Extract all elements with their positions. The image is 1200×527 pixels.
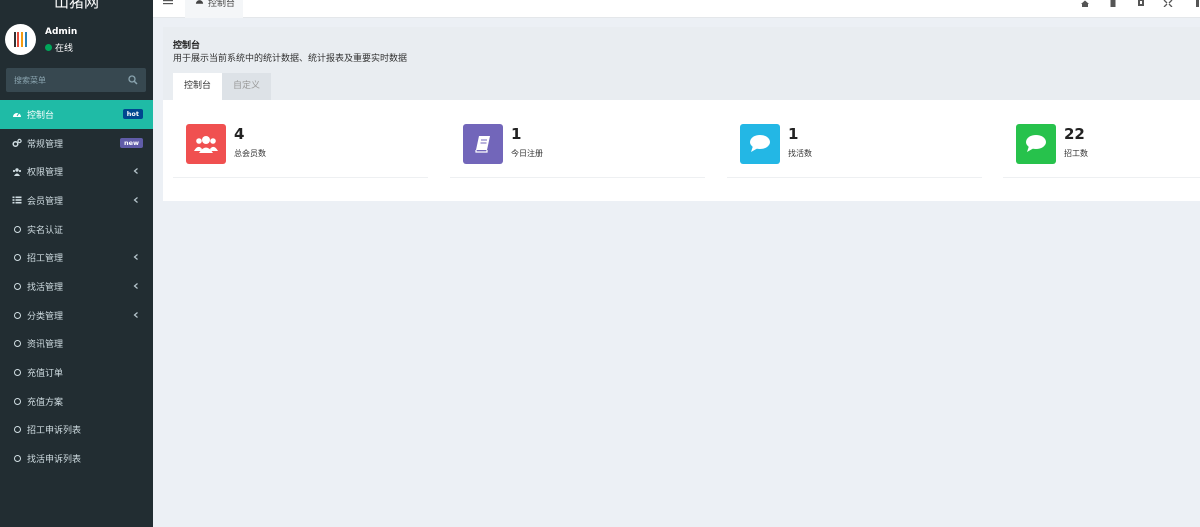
page-title: 控制台 <box>173 41 201 51</box>
circle-icon <box>12 224 22 234</box>
user-panel: Admin 在线 <box>0 12 153 64</box>
stat-label: 总会员数 <box>234 149 266 158</box>
stat-value: 1 <box>511 125 522 143</box>
sidebar-item-label: 控制台 <box>27 110 55 121</box>
sidebar-item-recharge-orders[interactable]: 充值订单 <box>0 358 153 387</box>
sidebar-item-label: 权限管理 <box>27 168 64 179</box>
sidebar-item-job-seeking[interactable]: 找活管理 <box>0 272 153 301</box>
stat-card-total-members: 4 总会员数 <box>173 111 428 178</box>
sidebar-item-categories[interactable]: 分类管理 <box>0 301 153 330</box>
user-status-text: 在线 <box>55 44 74 54</box>
sidebar-item-news[interactable]: 资讯管理 <box>0 330 153 359</box>
page-subtitle: 用于展示当前系统中的统计数据、统计报表及重要实时数据 <box>173 54 408 64</box>
sidebar-item-label: 找活管理 <box>27 282 64 293</box>
hot-badge: hot <box>122 109 143 119</box>
comment-icon <box>1016 124 1056 164</box>
sidebar-item-permissions[interactable]: 权限管理 <box>0 157 153 186</box>
tab-dashboard[interactable]: 控制台 <box>185 0 243 18</box>
fullscreen-icon[interactable] <box>1163 0 1173 7</box>
search-icon[interactable] <box>128 75 138 85</box>
chevron-left-icon <box>133 254 138 261</box>
app-logo[interactable]: 山猪网 <box>0 0 153 12</box>
sidebar-item-label: 分类管理 <box>27 311 64 322</box>
circle-icon <box>12 425 22 435</box>
tab-dashboard-view[interactable]: 控制台 <box>173 73 223 100</box>
cogs-icon <box>12 138 22 148</box>
stat-value: 22 <box>1064 125 1085 143</box>
users-icon <box>186 124 226 164</box>
dashboard-icon <box>195 0 204 4</box>
search-input[interactable] <box>6 68 124 92</box>
stat-value: 1 <box>788 125 799 143</box>
stat-card-job-seeking-count: 1 找活数 <box>727 111 982 178</box>
chevron-left-icon <box>133 168 138 175</box>
stat-value: 4 <box>234 125 245 143</box>
chevron-left-icon <box>133 283 138 290</box>
sidebar-item-dashboard[interactable]: 控制台 hot <box>0 100 153 129</box>
sidebar-item-recruitment[interactable]: 招工管理 <box>0 243 153 272</box>
user-name: Admin <box>45 27 78 37</box>
new-badge: new <box>119 137 143 148</box>
circle-icon <box>12 454 22 464</box>
stat-card-recruitment-count: 22 招工数 <box>1003 111 1200 178</box>
sidebar-item-label: 会员管理 <box>27 196 64 207</box>
tab-label: 控制台 <box>208 0 236 9</box>
circle-icon <box>12 396 22 406</box>
trash-icon[interactable] <box>1108 0 1118 7</box>
sidebar-item-label: 找活申诉列表 <box>27 455 82 466</box>
language-icon[interactable] <box>1136 0 1146 7</box>
user-status: 在线 <box>45 41 73 54</box>
sidebar-item-label: 充值订单 <box>27 369 64 380</box>
sidebar-item-label: 资讯管理 <box>27 340 64 351</box>
sidebar-item-label: 实名认证 <box>27 225 64 236</box>
stat-label: 今日注册 <box>511 149 543 158</box>
stat-label: 找活数 <box>788 149 812 158</box>
circle-icon <box>12 253 22 263</box>
more-icon[interactable] <box>1196 0 1199 7</box>
sidebar-item-members[interactable]: 会员管理 <box>0 186 153 215</box>
sidebar-item-verification[interactable]: 实名认证 <box>0 215 153 244</box>
stat-label: 招工数 <box>1064 149 1088 158</box>
avatar[interactable] <box>5 24 36 55</box>
tab-custom[interactable]: 自定义 <box>222 73 272 100</box>
sidebar-item-label: 常规管理 <box>27 139 64 150</box>
menu-toggle-icon[interactable] <box>163 0 173 6</box>
sidebar-menu: 控制台 hot 常规管理 new 权限管理 会员管理 实名认证 招工管理 找活管… <box>0 100 153 473</box>
circle-icon <box>12 310 22 320</box>
group-icon <box>12 168 22 176</box>
stat-card-today-registrations: 1 今日注册 <box>450 111 705 178</box>
online-dot-icon <box>45 44 52 51</box>
sidebar-item-label: 充值方案 <box>27 397 64 408</box>
sidebar-search <box>6 68 146 92</box>
dashboard-panel: 控制台 用于展示当前系统中的统计数据、统计报表及重要实时数据 控制台 自定义 4… <box>163 27 1200 201</box>
book-icon <box>463 124 503 164</box>
sidebar-item-recruitment-appeals[interactable]: 招工申诉列表 <box>0 416 153 445</box>
chevron-left-icon <box>133 311 138 318</box>
sidebar-item-label: 招工申诉列表 <box>27 426 82 437</box>
sidebar-item-job-appeals[interactable]: 找活申诉列表 <box>0 444 153 473</box>
circle-icon <box>12 281 22 291</box>
panel-heading: 控制台 用于展示当前系统中的统计数据、统计报表及重要实时数据 控制台 自定义 <box>163 27 1200 100</box>
list-icon <box>12 196 22 204</box>
home-icon[interactable] <box>1080 0 1090 7</box>
circle-icon <box>12 368 22 378</box>
sidebar: 山猪网 Admin 在线 控制台 hot 常规管理 new <box>0 0 153 527</box>
circle-icon <box>12 339 22 349</box>
chevron-left-icon <box>133 197 138 204</box>
top-header: 控制台 <box>153 0 1200 18</box>
sidebar-item-label: 招工管理 <box>27 254 64 265</box>
sidebar-item-general[interactable]: 常规管理 new <box>0 129 153 158</box>
panel-tabs: 控制台 自定义 <box>173 73 272 100</box>
dashboard-icon <box>13 113 21 118</box>
logo-bar: 山猪网 <box>0 0 153 12</box>
comment-icon <box>740 124 780 164</box>
sidebar-item-recharge-plans[interactable]: 充值方案 <box>0 387 153 416</box>
